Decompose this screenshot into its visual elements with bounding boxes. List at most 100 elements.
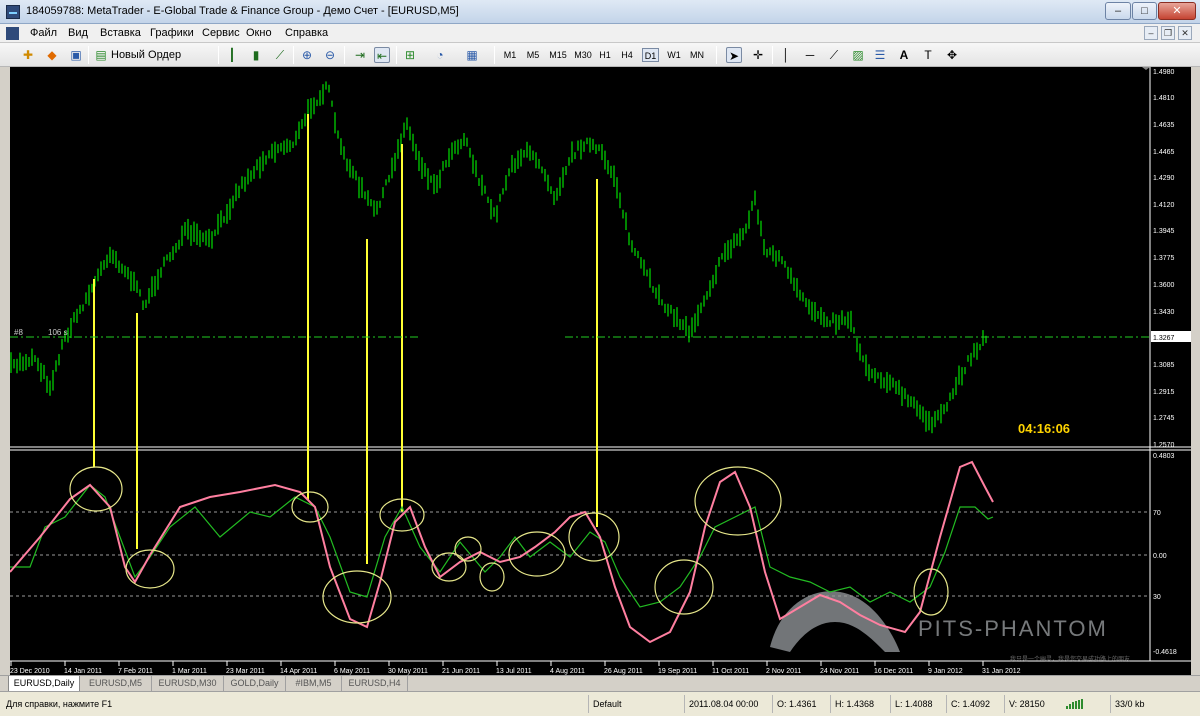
timeframe-m30[interactable]: M30 (571, 48, 595, 62)
text-icon[interactable]: A (896, 47, 912, 63)
zoom-in-icon[interactable]: ⊕ (299, 47, 315, 63)
text-label-icon[interactable]: T (920, 47, 936, 63)
price-label: 1.4980 (1153, 69, 1175, 76)
date-label: 7 Feb 2011 (118, 668, 153, 675)
indicator-label: 0.00 (1153, 553, 1167, 560)
date-label: 13 Jul 2011 (496, 668, 532, 675)
crosshair-icon[interactable]: ✛ (750, 47, 766, 63)
price-label: 1.4120 (1153, 202, 1175, 209)
chart-window[interactable]: PITS-PHANTOM 我只是一个幽灵，我是您交易成功路上的朋友 #8 106… (9, 67, 1191, 675)
indicators-icon[interactable]: ⊞ (402, 47, 418, 63)
templates-icon[interactable]: ▦ (464, 47, 480, 63)
indicator-label: 0.4803 (1153, 453, 1175, 460)
status-close: C: 1.4092 (946, 695, 1004, 713)
indicator-scale: 0.4803 70 0.00 30 -0.4618 (1153, 453, 1177, 656)
fibonacci-icon[interactable]: ☰ (872, 47, 888, 63)
price-label: 1.3600 (1153, 282, 1175, 289)
timeframe-d1[interactable]: D1 (642, 48, 659, 62)
highlight-ellipse (291, 491, 329, 523)
status-open: O: 1.4361 (772, 695, 828, 713)
price-label: 1.4635 (1153, 122, 1175, 129)
menu-file[interactable]: Файл (30, 27, 57, 39)
menu-tools[interactable]: Сервис (202, 27, 240, 39)
channel-icon[interactable]: ▨ (850, 47, 866, 63)
timeframe-h4[interactable]: H4 (617, 48, 637, 62)
vertical-line-icon[interactable]: │ (778, 47, 794, 63)
highlight-ellipse (568, 512, 620, 562)
menu-view[interactable]: Вид (68, 27, 88, 39)
indicator-label: 30 (1153, 594, 1161, 601)
trendline-icon[interactable]: ⟋ (826, 47, 842, 63)
bar-chart-icon[interactable]: ┃ (224, 47, 240, 63)
periods-icon[interactable]: ◔ (432, 47, 448, 63)
close-button[interactable]: ✕ (1158, 2, 1196, 20)
toolbar: ✚ ◆ ▣ ▤ Новый Ордер ┃ ▮ ⟋ ⊕ ⊖ ⇥ ⇤ ⊞ ◔ ▦ … (0, 43, 1200, 67)
window-title: 184059788: MetaTrader - E-Global Trade &… (26, 5, 459, 17)
chart-frame: PITS-PHANTOM 我只是一个幽灵，我是您交易成功路上的朋友 #8 106… (0, 67, 1200, 675)
zoom-out-icon[interactable]: ⊖ (322, 47, 338, 63)
price-label: 1.3085 (1153, 362, 1175, 369)
date-label: 14 Apr 2011 (280, 668, 317, 675)
chart-shift-icon[interactable]: ⇤ (374, 47, 390, 63)
line-chart-icon[interactable]: ⟋ (272, 47, 288, 63)
new-order-icon[interactable]: ▤ (93, 47, 109, 63)
status-datetime: 2011.08.04 00:00 (684, 695, 772, 713)
indicator-label: 70 (1153, 510, 1161, 517)
timeframe-m1[interactable]: M1 (500, 48, 520, 62)
date-label: 9 Jan 2012 (928, 668, 963, 675)
menu-charts[interactable]: Графики (150, 27, 194, 39)
horizontal-line-icon[interactable]: ─ (802, 47, 818, 63)
menu-insert[interactable]: Вставка (100, 27, 141, 39)
date-label: 14 Jan 2011 (64, 668, 102, 675)
menu-bar: Файл Вид Вставка Графики Сервис Окно Спр… (0, 24, 1200, 43)
price-label: 1.4290 (1153, 175, 1175, 182)
date-label: 23 Dec 2010 (10, 668, 50, 675)
bar-countdown: 04:16:06 (1018, 421, 1070, 436)
timeframe-m15[interactable]: M15 (546, 48, 570, 62)
date-label: 16 Dec 2011 (874, 668, 913, 675)
arrows-icon[interactable]: ✥ (944, 47, 960, 63)
market-watch-icon[interactable]: ▣ (68, 47, 84, 63)
date-label: 11 Oct 2011 (712, 668, 749, 675)
timeframe-mn[interactable]: MN (686, 48, 708, 62)
profiles-icon[interactable]: ◆ (44, 47, 60, 63)
auto-scroll-icon[interactable]: ⇥ (352, 47, 368, 63)
date-label: 2 Nov 2011 (766, 668, 801, 675)
status-profile[interactable]: Default (588, 695, 680, 713)
tab-eurusd-m5[interactable]: EURUSD,M5 (80, 676, 152, 692)
new-chart-icon[interactable]: ✚ (20, 47, 36, 63)
status-bar: Для справки, нажмите F1 Default 2011.08.… (0, 691, 1200, 716)
title-bar: 184059788: MetaTrader - E-Global Trade &… (0, 0, 1200, 24)
tab-eurusd-daily[interactable]: EURUSD,Daily (8, 676, 80, 692)
price-label: 1.3430 (1153, 309, 1175, 316)
minimize-button[interactable]: – (1105, 2, 1131, 20)
timeframe-h1[interactable]: H1 (596, 48, 614, 62)
menu-help[interactable]: Справка (285, 27, 328, 39)
child-restore-button[interactable]: ❐ (1161, 26, 1175, 40)
highlight-ellipse (913, 568, 949, 616)
new-order-button[interactable]: Новый Ордер (111, 49, 181, 61)
highlight-ellipse (69, 466, 123, 512)
watermark: PITS-PHANTOM 我只是一个幽灵，我是您交易成功路上的朋友 (770, 591, 1130, 663)
watermark-subtext: 我只是一个幽灵，我是您交易成功路上的朋友 (1010, 655, 1130, 663)
price-label: 1.2570 (1153, 442, 1175, 449)
watermark-text: PITS-PHANTOM (918, 616, 1108, 641)
date-label: 21 Jun 2011 (442, 668, 480, 675)
tab-ibm-m5[interactable]: #IBM,M5 (286, 676, 342, 692)
timeframe-m5[interactable]: M5 (523, 48, 543, 62)
child-minimize-button[interactable]: – (1144, 26, 1158, 40)
status-volume: V: 28150 (1004, 695, 1062, 713)
cursor-icon[interactable]: ➤ (726, 47, 742, 63)
highlight-ellipse (322, 570, 392, 624)
tab-eurusd-h4[interactable]: EURUSD,H4 (342, 676, 408, 692)
highlight-ellipse (431, 552, 467, 582)
child-close-button[interactable]: ✕ (1178, 26, 1192, 40)
tab-eurusd-m30[interactable]: EURUSD,M30 (152, 676, 224, 692)
tab-gold-daily[interactable]: GOLD,Daily (224, 676, 286, 692)
timeframe-w1[interactable]: W1 (664, 48, 684, 62)
date-label: 19 Sep 2011 (658, 668, 697, 675)
maximize-button[interactable]: □ (1132, 2, 1157, 20)
chart-tabs: EURUSD,Daily EURUSD,M5 EURUSD,M30 GOLD,D… (0, 675, 1200, 692)
candlestick-icon[interactable]: ▮ (248, 47, 264, 63)
menu-window[interactable]: Окно (246, 27, 272, 39)
